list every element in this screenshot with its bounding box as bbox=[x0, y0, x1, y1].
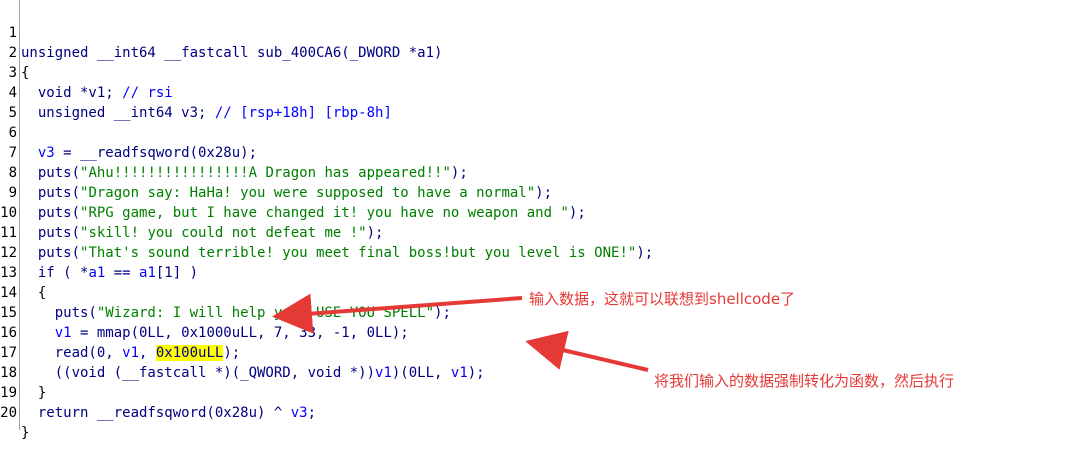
code-line-14[interactable]: 14 puts("Wizard: I will help you! USE YO… bbox=[0, 263, 1089, 321]
code-text: return __readfsqword(0x28u) ^ bbox=[21, 405, 291, 421]
code-text: ; bbox=[307, 405, 317, 421]
line-number: 20 bbox=[0, 405, 17, 421]
code-text: } bbox=[21, 425, 30, 441]
code-line-5[interactable]: 5 bbox=[0, 83, 1089, 121]
code-line-9[interactable]: 9 puts("RPG game, but I have changed it!… bbox=[0, 163, 1089, 221]
code-line-2[interactable]: 2 { bbox=[0, 23, 1089, 81]
code-line-6[interactable]: 6 v3 = __readfsqword(0x28u); bbox=[0, 103, 1089, 161]
code-line-4[interactable]: 4 unsigned __int64 v3; // [rsp+18h] [rbp… bbox=[0, 63, 1089, 121]
variable-ref[interactable]: v3 bbox=[291, 405, 308, 421]
code-line-11[interactable]: 11 puts("That's sound terrible! you meet… bbox=[0, 203, 1089, 261]
code-line-17[interactable]: 17 ((void (__fastcall *)(_QWORD, void *)… bbox=[0, 323, 1089, 381]
code-line-8[interactable]: 8 puts("Dragon say: HaHa! you were suppo… bbox=[0, 143, 1089, 201]
annotation-cast-to-function: 将我们输入的数据强制转化为函数，然后执行 bbox=[654, 372, 955, 390]
code-line-10[interactable]: 10 puts("skill! you could not defeat me … bbox=[0, 183, 1089, 241]
code-line-3[interactable]: 3 void *v1; // rsi bbox=[0, 43, 1089, 101]
code-line-18[interactable]: 18 } bbox=[0, 343, 1089, 401]
annotation-read-input: 输入数据，这就可以联想到shellcode了 bbox=[529, 290, 796, 308]
pseudocode-view[interactable]: 1 unsigned __int64 __fastcall sub_400CA6… bbox=[0, 0, 1089, 441]
code-line-7[interactable]: 7 puts("Ahu!!!!!!!!!!!!!!!!A Dragon has … bbox=[0, 123, 1089, 181]
code-line-1[interactable]: 1 unsigned __int64 __fastcall sub_400CA6… bbox=[0, 3, 1089, 61]
code-line-13[interactable]: 13 { bbox=[0, 243, 1089, 301]
code-line-12[interactable]: 12 if ( *a1 == a1[1] ) bbox=[0, 223, 1089, 281]
